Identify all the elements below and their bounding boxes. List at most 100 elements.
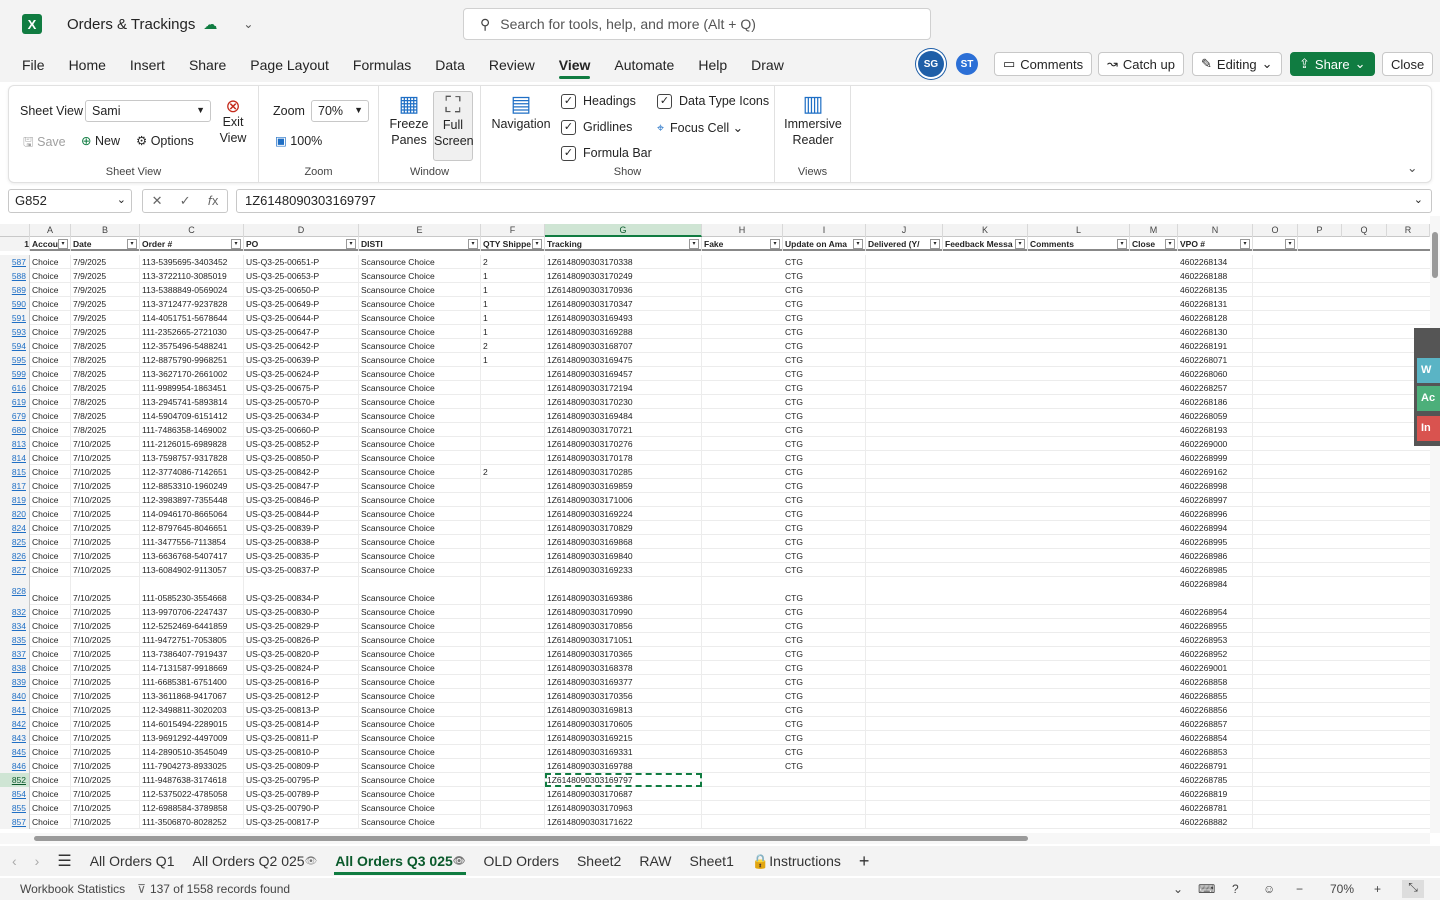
table-cell[interactable]: 4602268071	[1178, 353, 1253, 367]
table-cell[interactable]: Choice	[30, 549, 71, 563]
table-cell[interactable]: Scansource Choice	[359, 605, 481, 619]
scroll-thumb[interactable]	[34, 836, 1028, 841]
table-cell[interactable]: Scansource Choice	[359, 521, 481, 535]
table-cell[interactable]	[481, 689, 545, 703]
row-number[interactable]: 857	[0, 815, 30, 829]
table-cell[interactable]: US-Q3-25-00824-P	[244, 661, 359, 675]
table-cell[interactable]: 7/9/2025	[71, 325, 140, 339]
table-cell[interactable]: 4602268953	[1178, 633, 1253, 647]
row-number[interactable]: 619	[0, 395, 30, 409]
filter-dropdown-icon[interactable]: ▾	[1015, 239, 1025, 249]
table-cell[interactable]	[481, 521, 545, 535]
table-row[interactable]: 819 Choice 7/10/2025 112-3983897-7355448 US-…	[0, 493, 1430, 507]
options-button[interactable]: ⚙ Options	[136, 133, 194, 148]
table-cell[interactable]: Choice	[30, 353, 71, 367]
table-cell[interactable]	[481, 703, 545, 717]
row-number[interactable]: 835	[0, 633, 30, 647]
sheet-tab[interactable]: OLD Orders	[474, 846, 567, 876]
row-number[interactable]: 594	[0, 339, 30, 353]
table-cell[interactable]: 113-9691292-4497009	[140, 731, 244, 745]
table-cell[interactable]: Choice	[30, 577, 71, 605]
table-cell[interactable]	[481, 479, 545, 493]
table-cell[interactable]: 111-3506870-8028252	[140, 815, 244, 829]
table-cell[interactable]: Scansource Choice	[359, 381, 481, 395]
chevron-down-icon[interactable]: ⌄	[243, 17, 253, 31]
table-cell[interactable]: 4602268135	[1178, 283, 1253, 297]
table-row[interactable]: 845 Choice 7/10/2025 114-2890510-3545049 US-…	[0, 745, 1430, 759]
table-cell[interactable]: 4602268997	[1178, 493, 1253, 507]
table-cell[interactable]	[481, 731, 545, 745]
row-number[interactable]: 599	[0, 367, 30, 381]
table-cell[interactable]: Choice	[30, 255, 71, 269]
table-cell[interactable]: 113-3722110-3085019	[140, 269, 244, 283]
table-cell[interactable]: Choice	[30, 339, 71, 353]
table-cell[interactable]: 7/10/2025	[71, 437, 140, 451]
table-cell[interactable]: 4602268131	[1178, 297, 1253, 311]
table-cell[interactable]: Scansource Choice	[359, 549, 481, 563]
row-number[interactable]: 842	[0, 717, 30, 731]
table-cell[interactable]: 111-0585230-3554668	[140, 577, 244, 605]
table-cell[interactable]: US-Q3-25-00837-P	[244, 563, 359, 577]
full-screen-button[interactable]: ⛶ Full Screen	[433, 91, 474, 161]
table-cell[interactable]: 7/10/2025	[71, 563, 140, 577]
table-cell[interactable]: 112-3774086-7142651	[140, 465, 244, 479]
table-cell[interactable]: 1Z6148090303170249	[545, 269, 702, 283]
table-cell[interactable]: 1Z6148090303171006	[545, 493, 702, 507]
table-cell[interactable]: Choice	[30, 381, 71, 395]
menu-review[interactable]: Review	[477, 49, 547, 81]
row-number[interactable]: 817	[0, 479, 30, 493]
table-cell[interactable]: US-Q3-25-00838-P	[244, 535, 359, 549]
table-cell[interactable]	[481, 507, 545, 521]
table-cell[interactable]: 1	[481, 297, 545, 311]
table-cell[interactable]: 1	[481, 353, 545, 367]
table-cell[interactable]: 111-9487638-3174618	[140, 773, 244, 787]
table-row[interactable]: 854 Choice 7/10/2025 112-5375022-4785058 US-…	[0, 787, 1430, 801]
table-cell[interactable]: Choice	[30, 451, 71, 465]
table-cell[interactable]: 4602268186	[1178, 395, 1253, 409]
table-cell[interactable]: CTG	[783, 549, 866, 563]
table-row[interactable]: 827 Choice 7/10/2025 113-6084902-9113057 US-…	[0, 563, 1430, 577]
row-number[interactable]: 819	[0, 493, 30, 507]
table-cell[interactable]	[481, 787, 545, 801]
table-cell[interactable]	[481, 409, 545, 423]
table-cell[interactable]	[481, 675, 545, 689]
table-cell[interactable]	[481, 451, 545, 465]
table-cell[interactable]: US-Q3-25-00852-P	[244, 437, 359, 451]
table-cell[interactable]: 7/10/2025	[71, 675, 140, 689]
table-cell[interactable]: Scansource Choice	[359, 717, 481, 731]
table-cell[interactable]: 1Z6148090303169813	[545, 703, 702, 717]
row-number[interactable]: 854	[0, 787, 30, 801]
table-cell[interactable]: 112-6988584-3789858	[140, 801, 244, 815]
table-cell[interactable]: 112-8797645-8046651	[140, 521, 244, 535]
close-button[interactable]: Close	[1382, 52, 1434, 76]
table-cell[interactable]: 1Z6148090303169288	[545, 325, 702, 339]
row-number[interactable]: 826	[0, 549, 30, 563]
table-cell[interactable]: 7/10/2025	[71, 661, 140, 675]
table-cell[interactable]: 113-3611868-9417067	[140, 689, 244, 703]
menu-data[interactable]: Data	[423, 49, 477, 81]
table-cell[interactable]: 4602268954	[1178, 605, 1253, 619]
table-cell[interactable]: 1	[481, 311, 545, 325]
table-cell[interactable]: 7/10/2025	[71, 773, 140, 787]
table-cell[interactable]: 1Z6148090303168707	[545, 339, 702, 353]
table-cell[interactable]: 1	[481, 283, 545, 297]
zoom-in-icon[interactable]: +	[1374, 882, 1381, 896]
table-cell[interactable]: 7/10/2025	[71, 535, 140, 549]
table-cell[interactable]: Choice	[30, 759, 71, 773]
table-cell[interactable]: Choice	[30, 661, 71, 675]
immersive-reader-button[interactable]: ▥ Immersive Reader	[781, 93, 845, 148]
table-cell[interactable]: 4602268996	[1178, 507, 1253, 521]
table-cell[interactable]: Scansource Choice	[359, 451, 481, 465]
table-cell[interactable]: 1Z6148090303171622	[545, 815, 702, 829]
table-cell[interactable]: US-Q3-25-00642-P	[244, 339, 359, 353]
table-cell[interactable]: US-Q3-25-00817-P	[244, 815, 359, 829]
table-cell[interactable]: CTG	[783, 269, 866, 283]
new-view-button[interactable]: ⊕ New	[81, 133, 120, 148]
table-cell[interactable]: Choice	[30, 801, 71, 815]
filter-dropdown-icon[interactable]: ▾	[468, 239, 478, 249]
scroll-thumb[interactable]	[1432, 232, 1438, 278]
add-sheet-icon[interactable]: +	[850, 846, 879, 876]
chevron-down-icon[interactable]: ⌄	[1173, 882, 1183, 896]
table-cell[interactable]: US-Q3-25-00816-P	[244, 675, 359, 689]
table-cell[interactable]: 7/9/2025	[71, 255, 140, 269]
